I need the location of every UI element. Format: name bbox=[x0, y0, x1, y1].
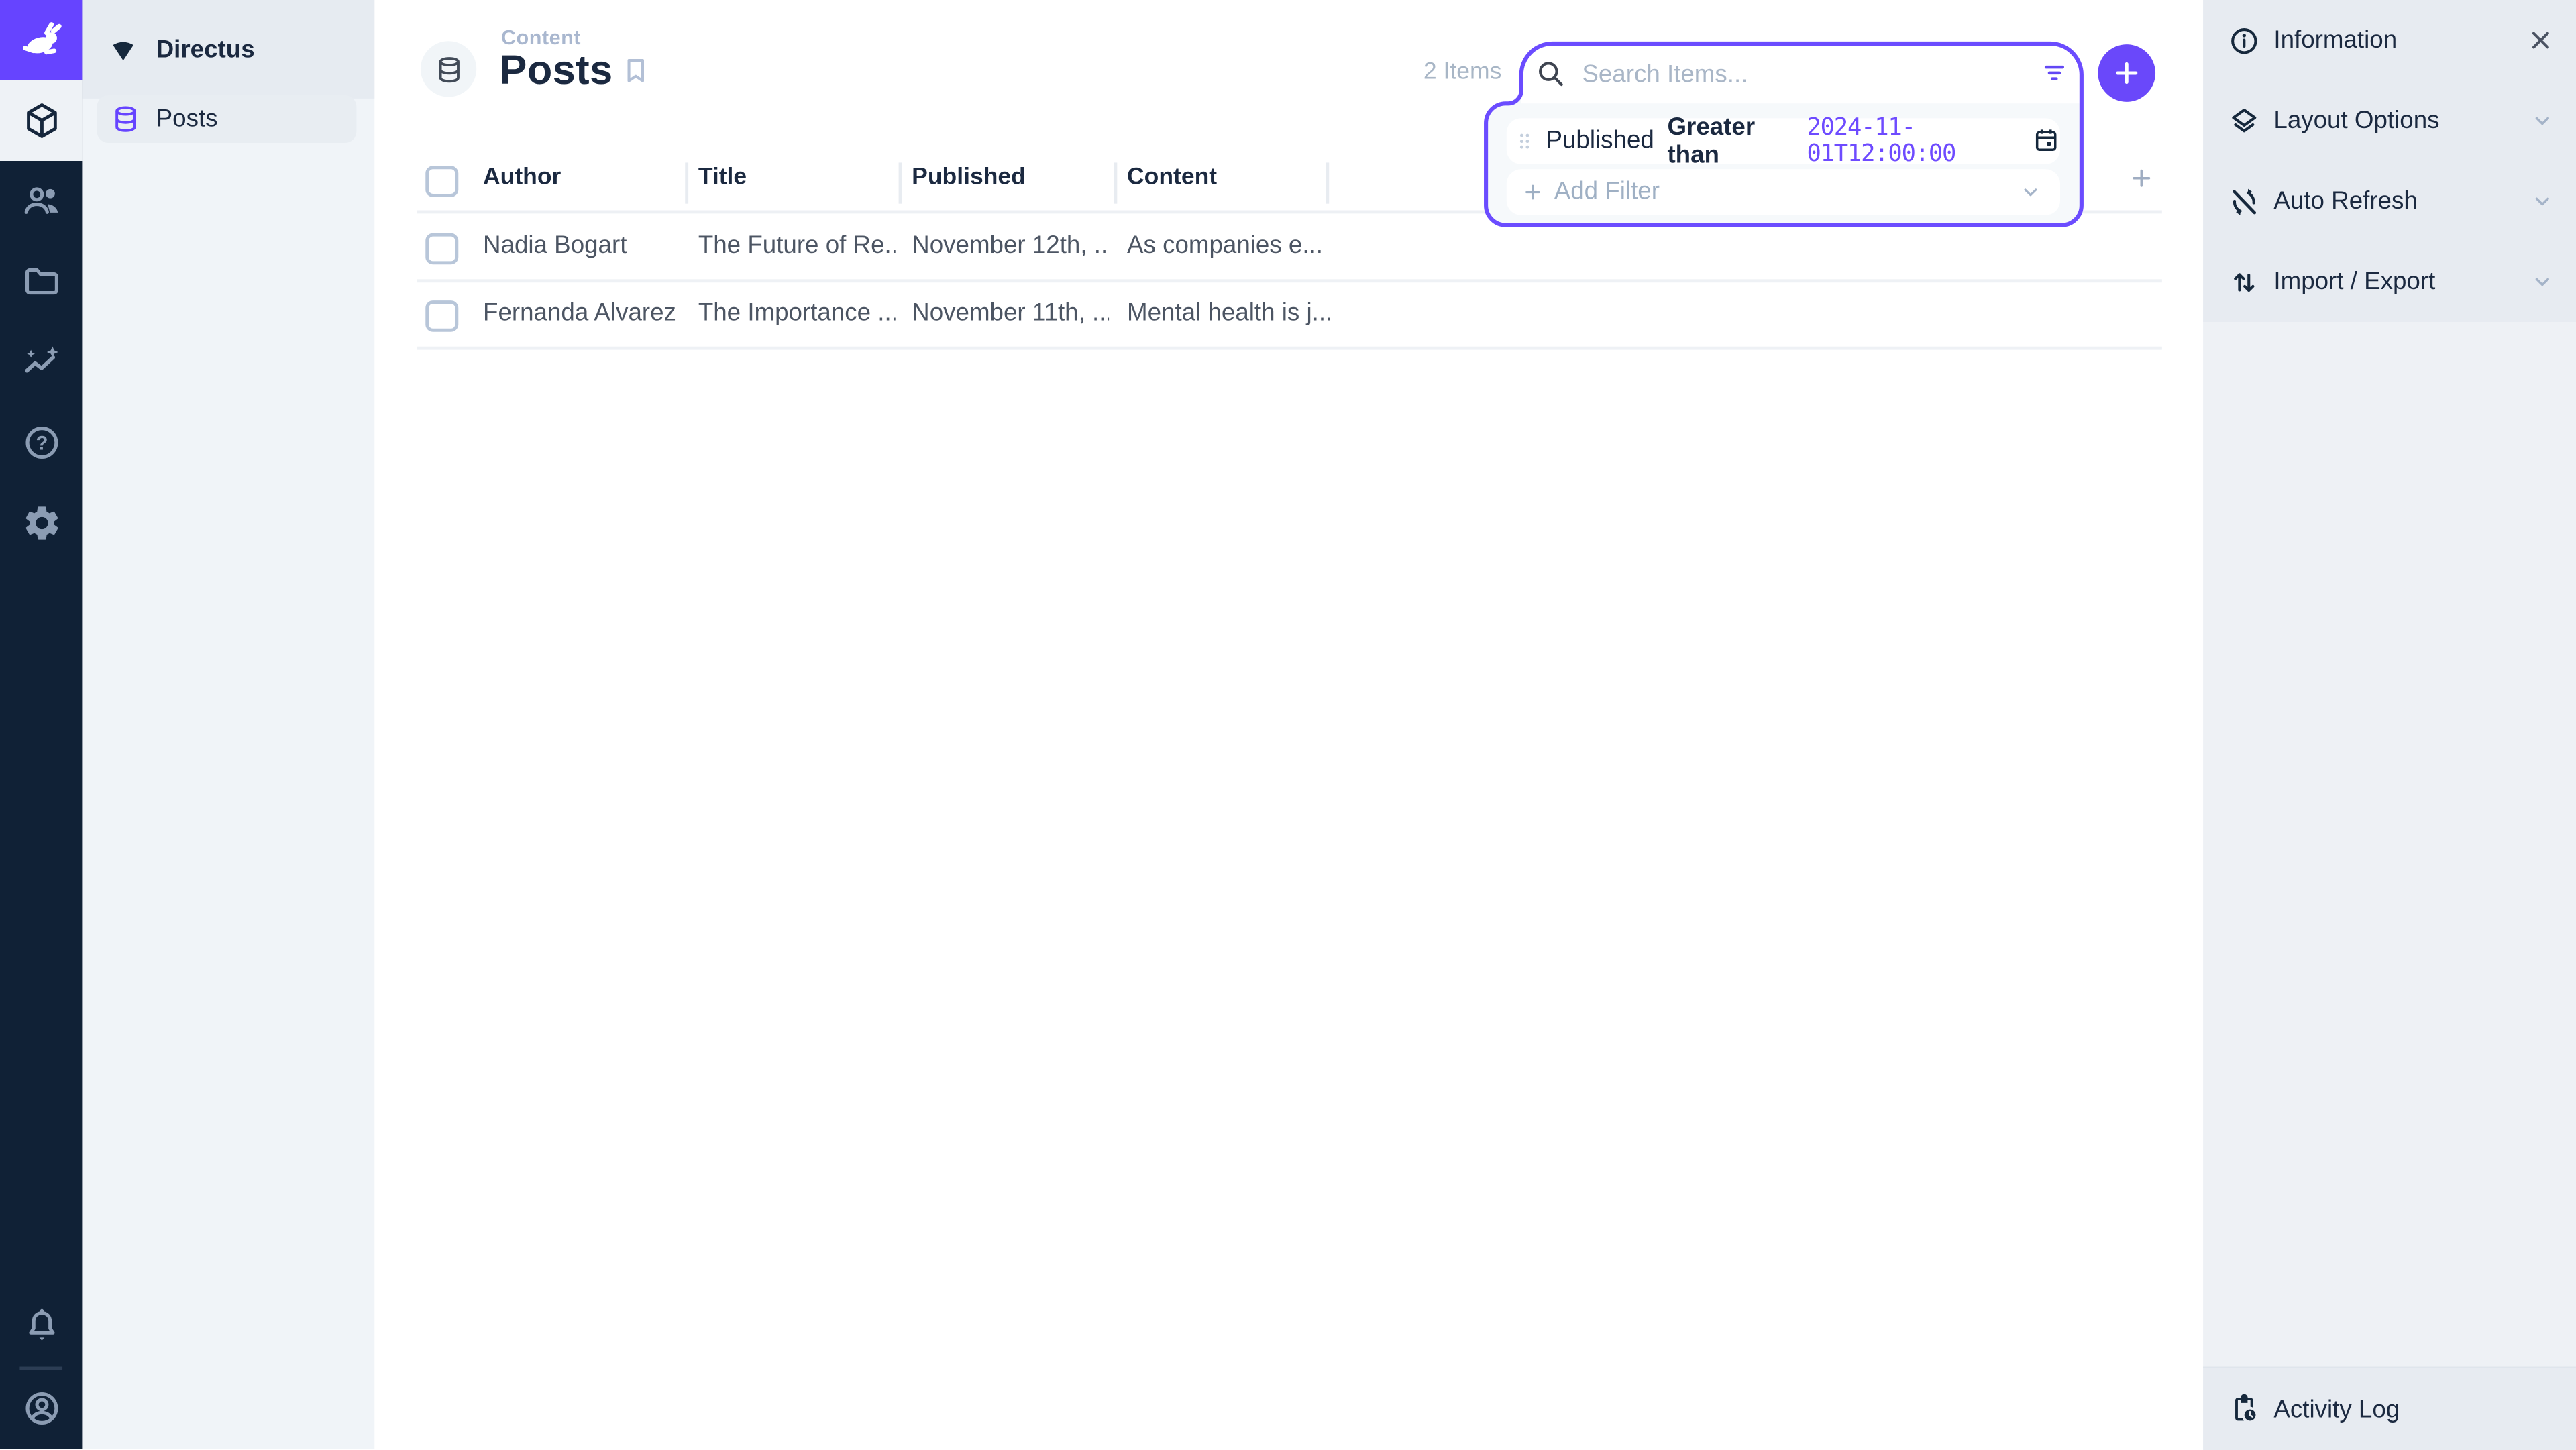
folder-icon bbox=[21, 261, 62, 302]
module-bar: ? bbox=[0, 0, 82, 1449]
column-divider[interactable] bbox=[685, 162, 688, 203]
activity-log-label: Activity Log bbox=[2273, 1395, 2576, 1423]
activity-log-button[interactable]: Activity Log bbox=[2203, 1367, 2576, 1450]
cell-author: Fernanda Alvarez bbox=[483, 299, 680, 327]
table-row[interactable]: Fernanda Alvarez The Importance ... Nove… bbox=[374, 281, 2203, 347]
people-icon bbox=[21, 180, 62, 221]
row-checkbox[interactable] bbox=[425, 300, 458, 332]
page-title: Posts bbox=[499, 48, 612, 95]
account-button[interactable] bbox=[0, 1368, 82, 1449]
info-icon bbox=[2224, 24, 2264, 57]
project-header[interactable]: Directus bbox=[82, 0, 374, 99]
cell-content: As companies e... bbox=[1127, 231, 1324, 260]
cell-published: November 11th, ... bbox=[912, 299, 1109, 327]
row-checkbox[interactable] bbox=[425, 233, 458, 265]
chevron-down-icon[interactable] bbox=[2530, 109, 2555, 133]
module-help[interactable]: ? bbox=[0, 402, 82, 483]
bell-icon bbox=[21, 1306, 62, 1347]
sidebar-section-import-export[interactable]: Import / Export bbox=[2203, 241, 2576, 322]
add-item-button[interactable] bbox=[2098, 44, 2155, 102]
rabbit-logo-icon bbox=[16, 15, 65, 64]
plus-icon bbox=[1521, 180, 1544, 203]
filter-value[interactable]: 2024-11-01T12:00:00 bbox=[1807, 114, 2025, 166]
search-and-filter-panel: Published Greater than 2024-11-01T12:00:… bbox=[1483, 40, 2086, 230]
sidebar-section-label: Import / Export bbox=[2273, 268, 2530, 296]
column-header-content[interactable]: Content bbox=[1127, 164, 1217, 190]
column-divider[interactable] bbox=[1114, 162, 1116, 203]
help-icon: ? bbox=[21, 422, 62, 463]
breadcrumb: Content bbox=[501, 26, 581, 49]
items-count: 2 Items bbox=[1295, 59, 1502, 85]
column-header-published[interactable]: Published bbox=[912, 164, 1026, 190]
nav-item-posts[interactable]: Posts bbox=[97, 95, 356, 143]
column-divider[interactable] bbox=[899, 162, 902, 203]
filter-list-icon[interactable] bbox=[2039, 58, 2070, 89]
filter-field[interactable]: Published bbox=[1546, 127, 1654, 155]
sidebar-section-layout-options[interactable]: Layout Options bbox=[2203, 80, 2576, 161]
module-users[interactable] bbox=[0, 161, 82, 241]
chevron-down-icon[interactable] bbox=[2530, 270, 2555, 294]
directus-logo-button[interactable] bbox=[0, 0, 82, 80]
module-content[interactable] bbox=[0, 80, 82, 161]
search-icon bbox=[1534, 58, 1566, 89]
close-icon[interactable] bbox=[2527, 26, 2555, 54]
column-header-title[interactable]: Title bbox=[698, 164, 747, 190]
sidebar-section-auto-refresh[interactable]: Auto Refresh bbox=[2203, 161, 2576, 241]
box-icon bbox=[21, 100, 62, 141]
filter-rule-row[interactable]: Published Greater than 2024-11-01T12:00:… bbox=[1507, 117, 2060, 164]
nav-item-label: Posts bbox=[156, 105, 218, 133]
cell-content: Mental health is j... bbox=[1127, 299, 1332, 327]
select-all-checkbox[interactable] bbox=[425, 165, 458, 197]
sidebar-sections: Information Layout Options bbox=[2203, 0, 2576, 322]
notifications-button[interactable] bbox=[0, 1286, 82, 1367]
module-insights[interactable] bbox=[0, 322, 82, 402]
cell-title: The Future of Re... bbox=[698, 231, 896, 260]
directus-app: ? bbox=[0, 0, 2576, 1449]
module-files[interactable] bbox=[0, 241, 82, 322]
account-circle-icon bbox=[21, 1388, 62, 1429]
cell-author: Nadia Bogart bbox=[483, 231, 680, 260]
column-header-author[interactable]: Author bbox=[483, 164, 561, 190]
calendar-event-icon[interactable] bbox=[2032, 127, 2060, 155]
database-icon bbox=[110, 103, 142, 135]
search-input[interactable] bbox=[1578, 49, 1996, 98]
filter-operator[interactable]: Greater than bbox=[1667, 113, 1792, 168]
cell-title: The Importance ... bbox=[698, 299, 896, 327]
sync-disabled-icon bbox=[2224, 185, 2264, 218]
bookmark-icon[interactable] bbox=[619, 54, 652, 87]
gear-icon bbox=[21, 502, 62, 543]
main-content: Content Posts 2 Items Author Title Publi… bbox=[374, 0, 2203, 1449]
swap-vert-icon bbox=[2224, 266, 2264, 298]
chevron-down-icon bbox=[2019, 180, 2042, 203]
cell-published: November 12th, ... bbox=[912, 231, 1109, 260]
add-column-button[interactable] bbox=[2127, 164, 2155, 192]
add-filter-row[interactable]: Add Filter bbox=[1507, 169, 2060, 214]
add-filter-label: Add Filter bbox=[1554, 178, 2019, 206]
chevron-down-icon[interactable] bbox=[2530, 189, 2555, 214]
sidebar-section-label: Auto Refresh bbox=[2273, 187, 2530, 215]
database-icon bbox=[433, 54, 464, 85]
collection-icon-button[interactable] bbox=[421, 41, 476, 97]
row-divider bbox=[417, 346, 2162, 349]
plus-icon bbox=[2111, 58, 2143, 89]
sidebar-section-label: Information bbox=[2273, 26, 2526, 54]
drag-handle-icon[interactable] bbox=[1513, 129, 1536, 152]
navigation-sidebar: Directus Posts bbox=[82, 0, 374, 1449]
sidebar-section-information[interactable]: Information bbox=[2203, 0, 2576, 80]
layers-icon bbox=[2224, 105, 2264, 137]
column-divider[interactable] bbox=[1326, 162, 1328, 203]
svg-text:?: ? bbox=[35, 433, 47, 455]
project-name: Directus bbox=[156, 36, 255, 64]
insights-icon bbox=[21, 341, 62, 382]
right-sidebar: Information Layout Options bbox=[2203, 0, 2576, 1449]
module-settings[interactable] bbox=[0, 483, 82, 563]
project-fan-icon bbox=[105, 32, 142, 68]
activity-clipboard-icon bbox=[2224, 1393, 2264, 1426]
sidebar-section-label: Layout Options bbox=[2273, 107, 2530, 135]
